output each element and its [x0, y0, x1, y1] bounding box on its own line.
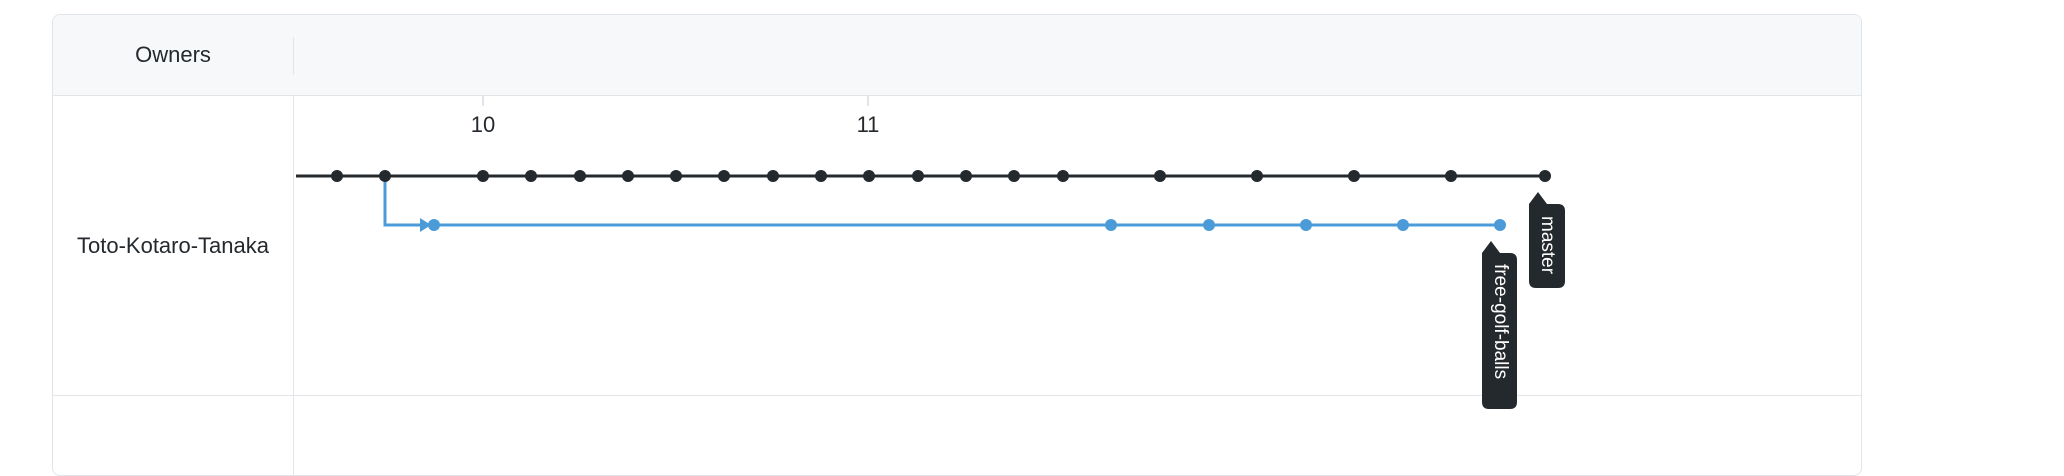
commit-dot-icon[interactable] [912, 170, 924, 182]
commit-dot-icon[interactable] [1251, 170, 1263, 182]
row-divider [53, 395, 1861, 396]
master-ref-label[interactable]: master [1529, 192, 1565, 288]
commit-dot-icon[interactable] [1397, 219, 1409, 231]
header-divider [293, 37, 294, 75]
owner-name[interactable]: Toto-Kotaro-Tanaka [53, 96, 293, 396]
network-header: Owners [53, 15, 1861, 96]
commit-dot-icon[interactable] [815, 170, 827, 182]
column-divider [293, 96, 294, 475]
date-label: 11 [857, 112, 880, 137]
commit-dot-icon[interactable] [670, 170, 682, 182]
commit-dot-icon[interactable] [1057, 170, 1069, 182]
date-label: 10 [471, 112, 495, 137]
commit-dot-icon[interactable] [1300, 219, 1312, 231]
free-golf-balls-ref-text: free-golf-balls [1490, 264, 1511, 379]
commit-dot-icon[interactable] [767, 170, 779, 182]
commit-dot-icon[interactable] [525, 170, 537, 182]
commit-dot-icon[interactable] [428, 219, 440, 231]
free-golf-balls-ref-label[interactable]: free-golf-balls [1482, 241, 1517, 409]
commit-dot-icon[interactable] [863, 170, 875, 182]
commit-dot-icon[interactable] [331, 170, 343, 182]
commit-dot-icon[interactable] [1539, 170, 1551, 182]
commit-dot-icon[interactable] [960, 170, 972, 182]
commit-dot-icon[interactable] [718, 170, 730, 182]
commit-dot-icon[interactable] [622, 170, 634, 182]
commit-dot-icon[interactable] [477, 170, 489, 182]
commit-dot-icon[interactable] [1445, 170, 1457, 182]
owners-column-header: Owners [135, 42, 211, 67]
commit-dot-icon[interactable] [1494, 219, 1506, 231]
commit-dot-icon[interactable] [1203, 219, 1215, 231]
commit-dot-icon[interactable] [1105, 219, 1117, 231]
master-ref-text: master [1537, 216, 1558, 275]
commit-dot-icon[interactable] [1154, 170, 1166, 182]
commit-dot-icon[interactable] [574, 170, 586, 182]
commit-dot-icon[interactable] [379, 170, 391, 182]
commit-dot-icon[interactable] [1348, 170, 1360, 182]
network-graph-panel: Owners Toto-Kotaro-Tanaka [52, 14, 1862, 476]
commit-dot-icon[interactable] [1008, 170, 1020, 182]
